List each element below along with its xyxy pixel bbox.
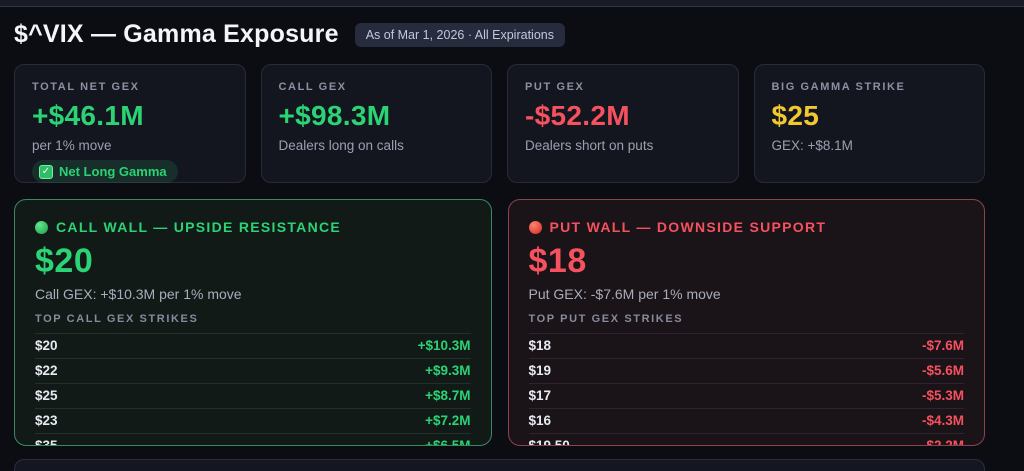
put-wall-title: PUT WALL — DOWNSIDE SUPPORT [528, 219, 965, 235]
put-wall-subtitle: Put GEX: -$7.6M per 1% move [528, 286, 721, 302]
gex-cell: -$7.6M [921, 338, 964, 353]
gex-cell: -$5.3M [921, 388, 964, 403]
call-wall-title-label: CALL WALL — UPSIDE RESISTANCE [56, 219, 342, 235]
walls-grid: CALL WALL — UPSIDE RESISTANCE $20 Call G… [14, 199, 985, 446]
gex-cell: -$5.6M [921, 363, 964, 378]
stats-grid: TOTAL NET GEX +$46.1M per 1% move ✓ Net … [14, 64, 985, 183]
table-row: $19.50 -$2.2M [528, 433, 964, 446]
net-long-gamma-label: Net Long Gamma [59, 164, 167, 179]
stat-label: TOTAL NET GEX [32, 81, 140, 93]
put-wall-panel: PUT WALL — DOWNSIDE SUPPORT $18 Put GEX:… [507, 199, 985, 446]
put-wall-strike: $18 [528, 242, 587, 280]
stat-sub: GEX: +$8.1M [771, 138, 853, 153]
asof-badge: As of Mar 1, 2026 · All Expirations [354, 22, 565, 47]
put-strikes-table-label: TOP PUT GEX STRIKES [528, 313, 684, 325]
strike-cell: $20 [35, 338, 58, 353]
gex-cell: +$9.3M [425, 363, 471, 378]
stat-label: PUT GEX [525, 81, 585, 93]
strike-cell: $22 [35, 363, 58, 378]
top-strip [0, 0, 1024, 7]
stat-value: $25 [771, 100, 820, 131]
red-circle-icon [528, 220, 542, 234]
table-row: $20 +$10.3M [35, 333, 471, 358]
green-circle-icon [35, 220, 48, 234]
stat-sub: per 1% move [32, 138, 112, 153]
put-wall-title-label: PUT WALL — DOWNSIDE SUPPORT [549, 219, 827, 235]
stat-card-put-gex: PUT GEX -$52.2M Dealers short on puts [507, 64, 739, 183]
strike-cell: $16 [528, 413, 552, 428]
page-container: $^VIX — Gamma Exposure As of Mar 1, 2026… [14, 20, 985, 471]
table-row: $25 +$8.7M [35, 383, 471, 408]
stat-label: CALL GEX [278, 81, 347, 93]
gex-cell: +$10.3M [417, 338, 471, 353]
table-row: $16 -$4.3M [528, 408, 964, 433]
gex-cell: +$7.2M [425, 413, 471, 428]
table-row: $35 +$6.5M [35, 433, 471, 446]
stat-sub: Dealers long on calls [278, 138, 404, 153]
gex-cell: +$8.7M [425, 388, 471, 403]
stat-value: -$52.2M [525, 100, 630, 131]
call-wall-title: CALL WALL — UPSIDE RESISTANCE [35, 219, 471, 235]
table-row: $23 +$7.2M [35, 408, 471, 433]
header: $^VIX — Gamma Exposure As of Mar 1, 2026… [14, 20, 985, 49]
gex-cell: -$2.2M [921, 438, 964, 446]
check-icon: ✓ [39, 164, 53, 179]
call-wall-strike: $20 [35, 242, 94, 280]
gex-cell: +$6.5M [425, 438, 471, 446]
net-long-gamma-badge: ✓ Net Long Gamma [32, 160, 178, 183]
stat-card-call-gex: CALL GEX +$98.3M Dealers long on calls [260, 64, 492, 183]
stat-card-big-gamma-strike: BIG GAMMA STRIKE $25 GEX: +$8.1M [753, 64, 985, 183]
table-row: $17 -$5.3M [528, 383, 964, 408]
stat-sub: Dealers short on puts [525, 138, 654, 153]
call-wall-panel: CALL WALL — UPSIDE RESISTANCE $20 Call G… [14, 199, 492, 446]
stat-value: +$98.3M [278, 100, 391, 131]
strike-cell: $23 [35, 413, 58, 428]
strike-cell: $17 [528, 388, 552, 403]
stat-label: BIG GAMMA STRIKE [771, 81, 906, 93]
stat-value: +$46.1M [32, 100, 144, 131]
table-row: $22 +$9.3M [35, 358, 471, 383]
strike-cell: $19.50 [528, 438, 570, 446]
strike-cell: $19 [528, 363, 552, 378]
call-wall-subtitle: Call GEX: +$10.3M per 1% move [35, 286, 242, 302]
put-strikes-table: $18 -$7.6M $19 -$5.6M $17 -$5.3M $16 -$4… [528, 333, 964, 446]
strike-cell: $18 [528, 338, 552, 353]
strike-cell: $25 [35, 388, 58, 403]
page-title: $^VIX — Gamma Exposure [14, 20, 339, 48]
table-row: $19 -$5.6M [528, 358, 964, 383]
call-strikes-table: $20 +$10.3M $22 +$9.3M $25 +$8.7M $23 +$… [35, 333, 471, 446]
strike-cell: $35 [35, 438, 58, 446]
bottom-card-stub [14, 459, 985, 471]
stat-card-total-net-gex: TOTAL NET GEX +$46.1M per 1% move ✓ Net … [14, 64, 246, 183]
table-row: $18 -$7.6M [528, 333, 964, 358]
gex-cell: -$4.3M [921, 413, 964, 428]
call-strikes-table-label: TOP CALL GEX STRIKES [35, 313, 199, 325]
